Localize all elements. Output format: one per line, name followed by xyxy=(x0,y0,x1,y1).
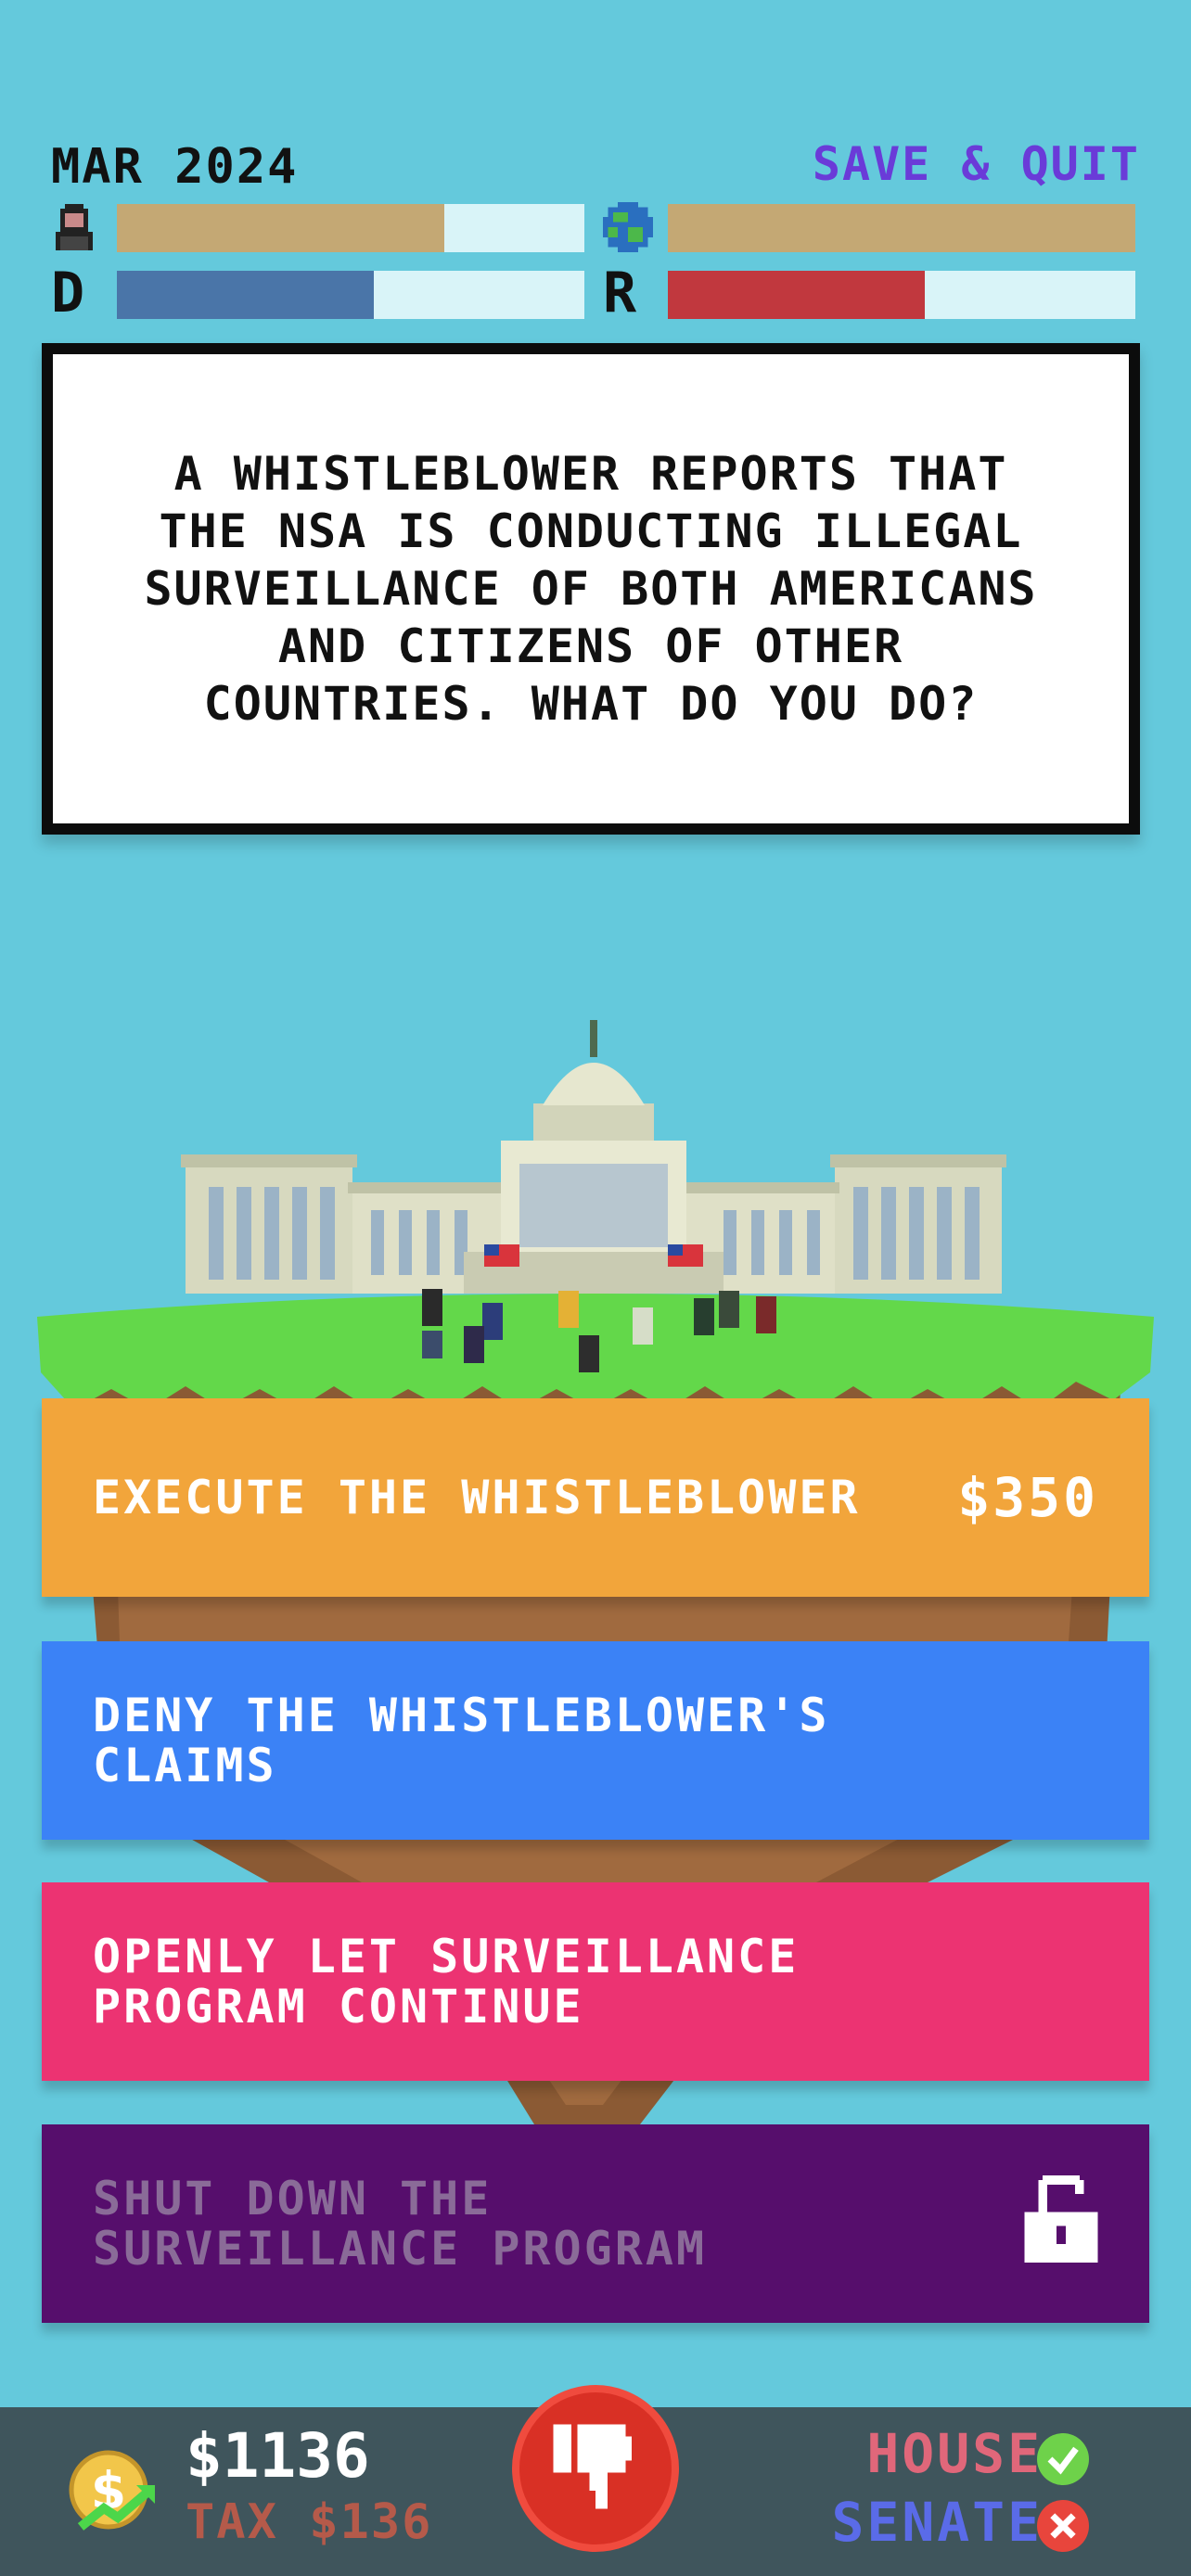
choice-cost: $350 xyxy=(957,1466,1098,1529)
house-status-label: HOUSE xyxy=(866,2422,1043,2485)
person-icon xyxy=(51,204,97,250)
choice-let-program-continue[interactable]: Openly let surveillance program continue xyxy=(42,1882,1149,2081)
money-amount: $1136 xyxy=(186,2420,370,2492)
question-text: A whistleblower reports that the NSA is … xyxy=(144,447,1038,731)
republican-label: R xyxy=(603,261,637,325)
choice-execute-whistleblower[interactable]: Execute the whistleblower $350 xyxy=(42,1398,1149,1597)
choice-deny-claims[interactable]: Deny the whistleblower's claims xyxy=(42,1641,1149,1840)
choice-label: Execute the whistleblower xyxy=(93,1471,861,1524)
x-icon xyxy=(1037,2500,1089,2552)
tax-amount: TAX $136 xyxy=(186,2494,433,2550)
choice-label: Openly let surveillance program continue xyxy=(93,1930,800,2034)
lock-icon xyxy=(1024,2175,1098,2272)
check-icon xyxy=(1037,2433,1089,2485)
republican-meter xyxy=(668,271,1135,319)
choice-shut-down-program[interactable]: Shut down the surveillance program xyxy=(42,2124,1149,2323)
choice-label: Shut down the surveillance program xyxy=(93,2172,708,2276)
coin-icon: $ xyxy=(67,2448,160,2541)
veto-button[interactable] xyxy=(512,2385,679,2552)
democrat-label: D xyxy=(51,261,85,325)
globe-icon xyxy=(603,202,653,252)
approval-meter xyxy=(117,204,584,252)
senate-status-label: SENATE xyxy=(831,2491,1043,2554)
thumbs-down-icon xyxy=(547,2418,644,2519)
question-card: A whistleblower reports that the NSA is … xyxy=(42,343,1140,835)
world-meter xyxy=(668,204,1135,252)
date-label: MAR 2024 xyxy=(51,139,299,195)
democrat-meter xyxy=(117,271,584,319)
save-quit-button[interactable]: SAVE & QUIT xyxy=(813,137,1140,191)
choice-label: Deny the whistleblower's claims xyxy=(93,1689,830,1792)
